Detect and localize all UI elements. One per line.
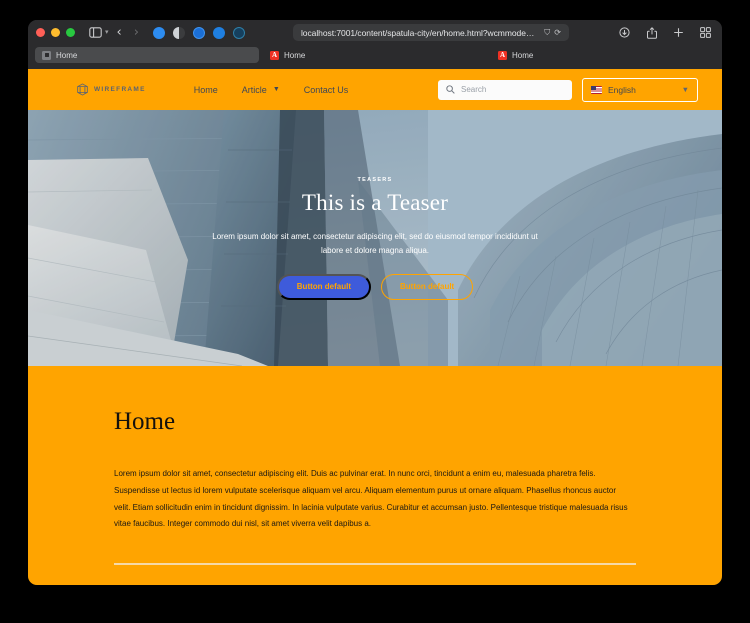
- nav-item-article[interactable]: Article ▼: [242, 85, 280, 95]
- privacy-shield-icon[interactable]: ⛉: [544, 28, 550, 37]
- hero-primary-button[interactable]: Button default: [276, 273, 371, 300]
- wireframe-cube-icon: [76, 83, 89, 96]
- tab-title: Home: [284, 50, 306, 60]
- navigation-arrows: ‹ ›: [117, 26, 139, 39]
- chevron-down-icon: ▼: [681, 84, 689, 94]
- sidebar-icon[interactable]: [87, 25, 103, 41]
- address-bar[interactable]: localhost:7001/content/spatula-city/en/h…: [292, 24, 569, 41]
- nav-item-home[interactable]: Home: [194, 85, 218, 95]
- toolbar-right-actions: [617, 25, 714, 41]
- forward-arrow-icon[interactable]: ›: [134, 26, 139, 39]
- extension-icon-1[interactable]: [152, 26, 165, 39]
- us-flag-icon: [591, 85, 602, 94]
- search-placeholder: Search: [461, 85, 487, 94]
- sidebar-dropdown-icon[interactable]: ▾: [105, 29, 109, 36]
- hero-banner: TEASERS This is a Teaser Lorem ipsum dol…: [28, 110, 722, 366]
- tab-strip: Home A Home A Home: [28, 45, 722, 69]
- extension-icon-5[interactable]: [232, 26, 245, 39]
- screenshot-root: ▾ ‹ › localhost:7001/content/spatula-cit…: [0, 0, 750, 623]
- hero-title: This is a Teaser: [301, 189, 449, 215]
- address-bar-actions: ⛉ ⟳: [544, 28, 561, 37]
- search-input[interactable]: Search: [438, 79, 572, 100]
- nav-item-contact-us[interactable]: Contact Us: [304, 85, 349, 95]
- browser-toolbar: ▾ ‹ › localhost:7001/content/spatula-cit…: [28, 20, 722, 45]
- chevron-down-icon: ▼: [272, 86, 280, 93]
- tab-favicon-generic-icon: [42, 50, 51, 60]
- extension-icon-2[interactable]: [172, 26, 185, 39]
- nav-item-label: Contact Us: [303, 84, 349, 95]
- language-label: English: [608, 84, 636, 95]
- back-arrow-icon[interactable]: ‹: [117, 26, 122, 39]
- sidebar-controls: ▾: [87, 25, 109, 41]
- tab-favicon-adobe-icon: A: [270, 50, 279, 60]
- window-controls: [36, 28, 75, 37]
- browser-window: ▾ ‹ › localhost:7001/content/spatula-cit…: [28, 20, 722, 585]
- minimize-window-button[interactable]: [51, 28, 60, 37]
- reload-icon[interactable]: ⟳: [554, 28, 561, 37]
- tab-title: Home: [56, 50, 78, 60]
- header-right: Search English ▼: [438, 77, 698, 102]
- page-title: Home: [114, 408, 176, 435]
- tab-title: Home: [512, 50, 534, 60]
- hero-secondary-button[interactable]: Button default: [381, 273, 474, 300]
- nav-item-label: Home: [193, 84, 218, 95]
- main-content: Home Lorem ipsum dolor sit amet, consect…: [28, 366, 722, 565]
- logo-text: WIREFRAME: [94, 86, 146, 93]
- web-page: WIREFRAME Home Article ▼ Contact Us Sear…: [28, 69, 722, 585]
- hero-subtitle: Lorem ipsum dolor sit amet, consectetur …: [212, 231, 538, 255]
- hero-buttons: Button default Button default: [276, 273, 474, 300]
- extension-icon-3[interactable]: [192, 26, 205, 39]
- extension-icon-4[interactable]: [212, 26, 225, 39]
- tab-overview-icon[interactable]: [698, 25, 714, 41]
- site-header: WIREFRAME Home Article ▼ Contact Us Sear…: [28, 69, 722, 110]
- browser-tab[interactable]: A Home: [491, 47, 715, 63]
- language-selector[interactable]: English ▼: [582, 77, 698, 102]
- url-text: localhost:7001/content/spatula-city/en/h…: [300, 27, 540, 38]
- page-body-text: Lorem ipsum dolor sit amet, consectetur …: [114, 469, 628, 529]
- extension-icons: [152, 26, 245, 39]
- hero-content: TEASERS This is a Teaser Lorem ipsum dol…: [28, 110, 722, 366]
- search-icon: [446, 85, 455, 94]
- maximize-window-button[interactable]: [66, 28, 75, 37]
- share-icon[interactable]: [644, 25, 660, 41]
- main-navigation: Home Article ▼ Contact Us: [194, 85, 349, 95]
- hero-eyebrow: TEASERS: [357, 176, 393, 183]
- site-logo[interactable]: WIREFRAME: [76, 83, 146, 96]
- downloads-icon[interactable]: [617, 25, 633, 41]
- plus-icon[interactable]: [671, 25, 687, 41]
- browser-tab[interactable]: Home: [35, 47, 259, 63]
- nav-item-label: Article: [241, 84, 267, 95]
- content-divider: [114, 563, 636, 565]
- close-window-button[interactable]: [36, 28, 45, 37]
- tab-favicon-adobe-icon: A: [498, 50, 507, 60]
- browser-tab[interactable]: A Home: [263, 47, 487, 63]
